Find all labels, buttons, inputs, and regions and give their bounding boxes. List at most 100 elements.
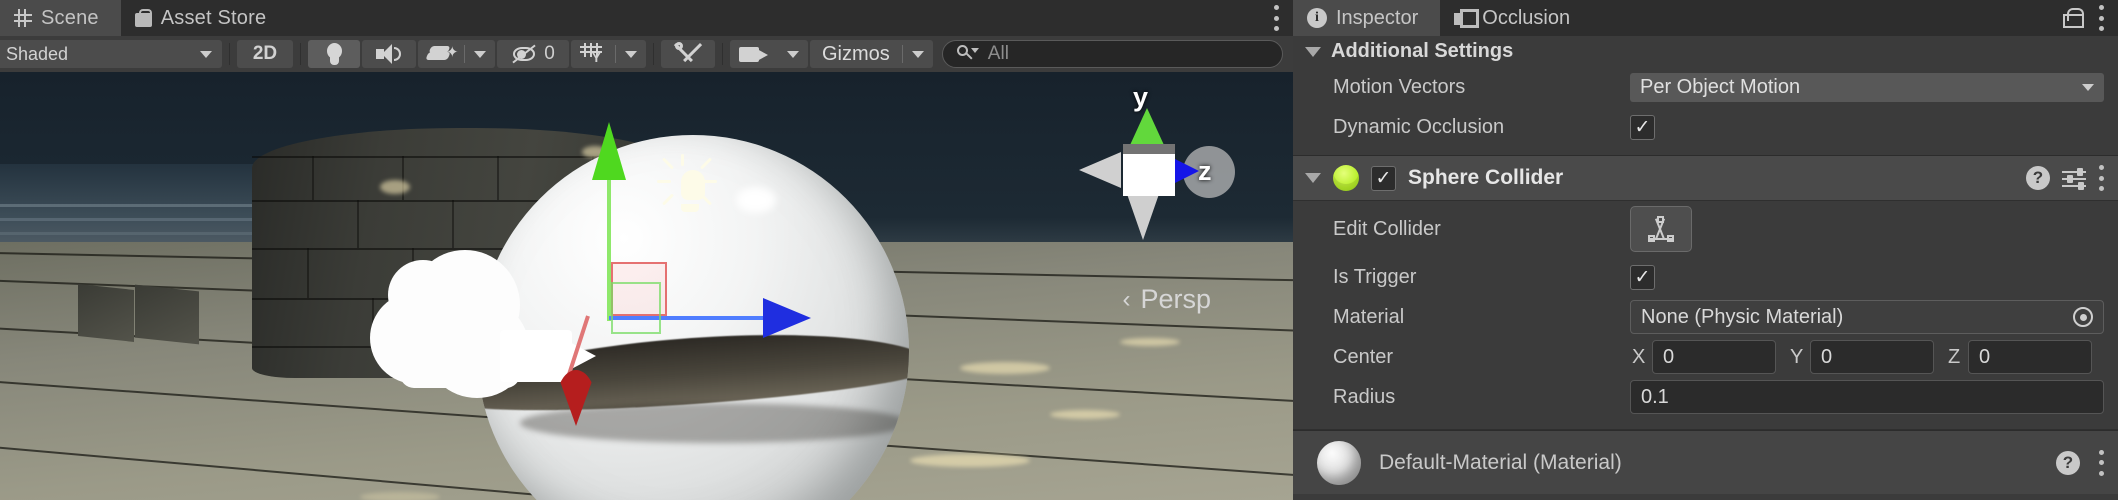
draw-mode-dropdown[interactable]: Shaded bbox=[0, 40, 222, 68]
grid-dropdown[interactable] bbox=[616, 40, 646, 68]
scene-tools-button[interactable] bbox=[661, 40, 715, 68]
center-row: Center X 0 Y 0 Z 0 bbox=[1293, 337, 2118, 377]
center-x-input[interactable]: 0 bbox=[1652, 340, 1776, 374]
tab-inspector[interactable]: i Inspector bbox=[1293, 0, 1441, 36]
effects-icon: ✦ bbox=[425, 43, 459, 65]
center-x-axis-label: X bbox=[1632, 345, 1646, 368]
gizmos-toggle[interactable]: Gizmos bbox=[810, 40, 902, 68]
chevron-down-icon bbox=[2082, 83, 2094, 91]
scene-camera-group bbox=[730, 40, 808, 68]
sphere-collider-icon bbox=[1333, 165, 1359, 191]
unity-editor-window: Scene Asset Store Shaded 2D ✦ 0 Y Gizmos… bbox=[0, 0, 2118, 500]
tab-asset-store[interactable]: Asset Store bbox=[120, 0, 289, 36]
radius-input[interactable]: 0.1 bbox=[1630, 380, 2104, 414]
toggle-2d-button[interactable]: 2D bbox=[237, 40, 293, 68]
radius-row: Radius 0.1 bbox=[1293, 377, 2118, 417]
gizmo-x-cone[interactable] bbox=[763, 298, 811, 338]
scene-camera-dropdown[interactable] bbox=[778, 40, 808, 68]
scene-audio-toggle[interactable] bbox=[362, 40, 416, 68]
edit-collider-label: Edit Collider bbox=[1333, 217, 1441, 240]
info-icon: i bbox=[1307, 8, 1327, 28]
tab-scene[interactable]: Scene bbox=[0, 0, 121, 36]
sphere-collider-enabled-checkbox[interactable]: ✓ bbox=[1371, 165, 1396, 191]
scene-grid-group: Y bbox=[571, 40, 646, 68]
help-icon[interactable]: ? bbox=[2056, 450, 2080, 475]
motion-vectors-dropdown[interactable]: Per Object Motion bbox=[1630, 72, 2104, 102]
tab-occlusion[interactable]: Occlusion bbox=[1440, 0, 1592, 36]
material-label: Material bbox=[1333, 305, 1405, 328]
center-vector3-field: X 0 Y 0 Z 0 bbox=[1630, 340, 2104, 374]
view-gizmo-negy-cone[interactable] bbox=[1127, 194, 1159, 240]
is-trigger-row: Is Trigger ✓ bbox=[1293, 257, 2118, 297]
effects-toggle[interactable]: ✦ bbox=[418, 40, 464, 68]
dynamic-occlusion-label: Dynamic Occlusion bbox=[1333, 115, 1505, 138]
left-arrow-icon: ‹ bbox=[1122, 285, 1131, 313]
gizmos-label: Gizmos bbox=[822, 42, 890, 65]
view-gizmo-negx-cone[interactable] bbox=[1079, 152, 1121, 188]
motion-vectors-row: Motion Vectors Per Object Motion bbox=[1293, 67, 2118, 107]
stone-slab-right bbox=[135, 284, 199, 345]
kebab-menu-icon[interactable] bbox=[1273, 5, 1279, 31]
center-z-input[interactable]: 0 bbox=[1968, 340, 2092, 374]
view-gizmo-z-label[interactable]: z bbox=[1198, 156, 1212, 187]
effects-dropdown[interactable] bbox=[465, 40, 495, 68]
gizmo-yz-plane[interactable] bbox=[611, 282, 661, 334]
scene-search-placeholder: All bbox=[987, 43, 1009, 64]
is-trigger-label: Is Trigger bbox=[1333, 265, 1417, 288]
toolbar-divider-2 bbox=[300, 43, 301, 65]
view-gizmo-cube[interactable] bbox=[1123, 144, 1175, 196]
tab-occlusion-label: Occlusion bbox=[1482, 6, 1571, 29]
edit-collider-button[interactable] bbox=[1630, 206, 1692, 252]
center-y-input[interactable]: 0 bbox=[1810, 340, 1934, 374]
center-label: Center bbox=[1333, 345, 1394, 368]
scene-view-gizmo[interactable]: y z bbox=[1065, 82, 1235, 254]
is-trigger-checkbox[interactable]: ✓ bbox=[1630, 264, 1655, 290]
material-object-field[interactable]: None (Physic Material) bbox=[1630, 300, 2104, 334]
dynamic-occlusion-checkbox[interactable]: ✓ bbox=[1630, 114, 1655, 140]
material-asset-name: Default-Material (Material) bbox=[1379, 450, 1622, 474]
lightbulb-icon bbox=[324, 43, 344, 65]
scene-fx-group: ✦ bbox=[418, 40, 495, 68]
gizmo-z-cone[interactable] bbox=[556, 370, 596, 426]
sphere-collider-component-header[interactable]: ✓ Sphere Collider ? bbox=[1293, 155, 2118, 201]
object-picker-icon[interactable] bbox=[2073, 307, 2093, 327]
preset-icon[interactable] bbox=[2062, 166, 2086, 190]
kebab-menu-icon[interactable] bbox=[2098, 165, 2104, 191]
checkmark-icon: ✓ bbox=[1634, 116, 1651, 138]
inspector-tab-filler bbox=[1592, 0, 2118, 36]
stone-slab-left bbox=[78, 284, 134, 342]
scene-projection-label[interactable]: ‹ Persp bbox=[1122, 284, 1211, 315]
gizmos-dropdown[interactable] bbox=[903, 40, 933, 68]
checkmark-icon: ✓ bbox=[1634, 266, 1651, 288]
scene-panel: Scene Asset Store Shaded 2D ✦ 0 Y Gizmos… bbox=[0, 0, 1293, 500]
chevron-down-icon bbox=[474, 50, 486, 58]
grid-visibility-toggle[interactable]: Y bbox=[571, 40, 615, 68]
material-row: Material None (Physic Material) bbox=[1293, 297, 2118, 337]
foldout-triangle-icon[interactable] bbox=[1305, 46, 1321, 57]
transform-gizmo[interactable] bbox=[556, 122, 960, 432]
chevron-down-icon bbox=[625, 50, 637, 58]
lock-open-icon[interactable] bbox=[2063, 8, 2084, 28]
tab-scene-label: Scene bbox=[41, 6, 99, 29]
scene-search-input[interactable]: All bbox=[941, 40, 1283, 68]
scene-viewport[interactable]: y z ‹ Persp bbox=[0, 72, 1293, 500]
eye-off-icon bbox=[511, 44, 537, 64]
motion-vectors-label: Motion Vectors bbox=[1333, 75, 1466, 98]
scene-lighting-toggle[interactable] bbox=[308, 40, 360, 68]
scene-tab-bar: Scene Asset Store bbox=[0, 0, 1293, 36]
dynamic-occlusion-row: Dynamic Occlusion ✓ bbox=[1293, 107, 2118, 147]
kebab-menu-icon[interactable] bbox=[2098, 449, 2104, 476]
hidden-objects-toggle[interactable]: 0 bbox=[497, 40, 569, 68]
scene-camera-button[interactable] bbox=[730, 40, 778, 68]
gizmo-y-cone[interactable] bbox=[592, 122, 626, 180]
toolbar-divider-4 bbox=[722, 43, 723, 65]
inspector-tab-bar: i Inspector Occlusion bbox=[1293, 0, 2118, 36]
help-icon[interactable]: ? bbox=[2026, 166, 2050, 190]
additional-settings-header[interactable]: Additional Settings bbox=[1293, 36, 2118, 67]
foldout-triangle-icon[interactable] bbox=[1305, 173, 1321, 183]
tab-asset-store-label: Asset Store bbox=[160, 6, 267, 29]
toolbar-divider-3 bbox=[653, 43, 654, 65]
material-asset-row[interactable]: Default-Material (Material) ? bbox=[1293, 430, 2118, 494]
chevron-down-icon bbox=[200, 50, 212, 58]
kebab-menu-icon[interactable] bbox=[2098, 5, 2104, 31]
